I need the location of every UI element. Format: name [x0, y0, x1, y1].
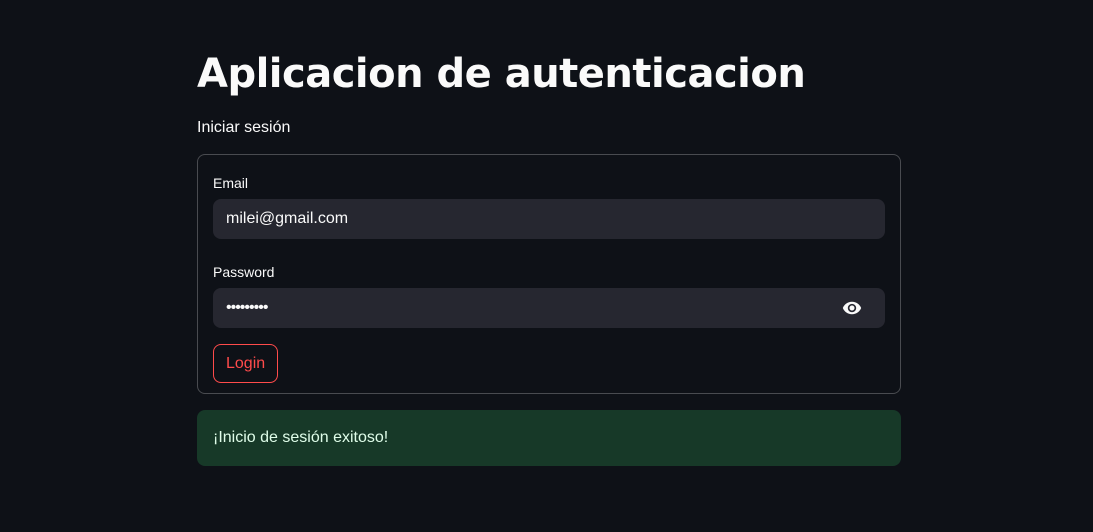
password-label: Password [213, 264, 275, 280]
eye-icon[interactable] [841, 298, 863, 318]
login-subheader: Iniciar sesión [197, 119, 291, 136]
email-field-wrapper [213, 199, 885, 239]
success-message: ¡Inicio de sesión exitoso! [213, 429, 389, 446]
password-field[interactable]: ••••••••• [226, 299, 268, 317]
password-field-wrapper: ••••••••• [213, 288, 885, 328]
login-form: Email Password ••••••••• Login [197, 154, 901, 394]
success-alert: ¡Inicio de sesión exitoso! [197, 410, 901, 466]
email-label: Email [213, 175, 249, 191]
page-title: Aplicacion de autenticacion [197, 51, 806, 97]
email-field[interactable] [226, 199, 872, 239]
login-button[interactable]: Login [213, 344, 279, 383]
main-container: Aplicacion de autenticacion Iniciar sesi… [197, 48, 901, 466]
